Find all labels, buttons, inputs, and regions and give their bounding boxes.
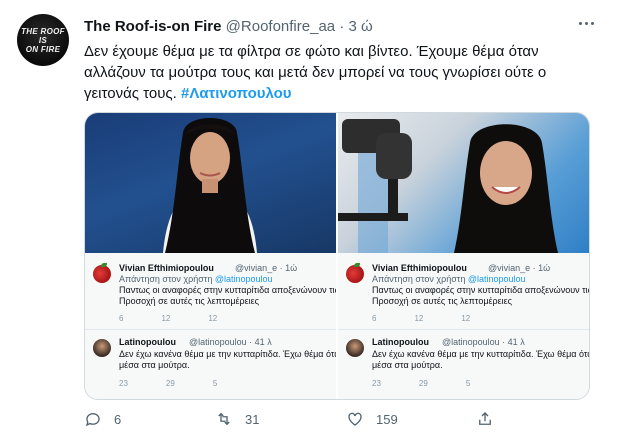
reply-count: 6 (114, 411, 122, 427)
reply-avatar (346, 339, 364, 357)
portrait-photo (85, 113, 336, 253)
reply-count: 6 (372, 314, 377, 323)
avatar-text-line: IS (38, 35, 48, 45)
retweet-count: 12 (414, 314, 424, 323)
radio-studio-photo (338, 113, 589, 253)
reply-line: Προσοχή σε αυτές τις λεπτομέρειες (119, 296, 259, 306)
reply-avatar (93, 265, 111, 283)
reply-handle: @latinopoulou · 41 λ (442, 337, 525, 347)
reply-line: Παντως οι αναφορές στην κυτταρίτιδα αποξ… (119, 285, 336, 295)
reply-to-label: Απάντηση στον χρήστη @latinopoulou (119, 274, 273, 284)
reply-author: Latinopoulou (372, 337, 429, 347)
like-icon (348, 412, 362, 426)
reply-line: Παντως οι αναφορές στην κυτταρίτιδα αποξ… (372, 285, 589, 295)
tweet-body: Δεν έχουμε θέμα με τα φίλτρα σε φώτο και… (84, 43, 547, 102)
reply-author: Latinopoulou (119, 337, 176, 347)
tweet-header: The Roof-is-on Fire @Roofonfire_aa · 3 ώ (84, 18, 373, 35)
reply-author: Vivian Efthimiopoulou (119, 263, 214, 273)
retweet-button[interactable]: 31 (215, 410, 259, 428)
reply-line: Δεν έχω κανένα θέμα με την κυτταρίτιδα. … (372, 349, 589, 359)
reply-counts: 23 29 5 (372, 379, 508, 388)
tweet[interactable]: THE ROOF IS ON FIRE The Roof-is-on Fire … (0, 0, 620, 434)
reply-line: μέσα στα μούτρα. (119, 360, 190, 370)
retweet-count: 29 (418, 379, 428, 388)
retweet-icon (218, 412, 230, 426)
like-count: 159 (376, 411, 398, 427)
reply-to-prefix: Απάντηση στον χρήστη (119, 274, 213, 284)
share-icon (479, 412, 491, 425)
author-avatar[interactable]: THE ROOF IS ON FIRE (17, 14, 69, 66)
reply-icon (85, 413, 100, 427)
reply-to-handle: @latinopoulou (467, 274, 526, 284)
reply-to-prefix: Απάντηση στον χρήστη (372, 274, 466, 284)
reply-to-label: Απάντηση στον χρήστη @latinopoulou (372, 274, 526, 284)
tweet-actions: 6 31 159 (84, 410, 514, 428)
more-icon[interactable] (574, 14, 598, 32)
tweet-text: Δεν έχουμε θέμα με τα φίλτρα σε φώτο και… (84, 41, 594, 104)
like-count: 12 (461, 314, 471, 323)
share-button[interactable] (476, 410, 506, 428)
reply-line: Προσοχή σε αυτές τις λεπτομέρειες (372, 296, 512, 306)
hashtag-link[interactable]: #Λατινοπουλου (181, 85, 292, 102)
media-image-left[interactable]: Vivian Efthimiopoulou @vivian_e · 1ώ Απά… (85, 113, 336, 399)
media-image-right[interactable]: Vivian Efthimiopoulou @vivian_e · 1ώ Απά… (338, 113, 589, 399)
reply-button[interactable]: 6 (84, 410, 121, 428)
like-count: 12 (208, 314, 218, 323)
reply-count: 23 (119, 379, 128, 388)
reply-counts: 6 12 12 (372, 314, 508, 323)
media-grid[interactable]: Vivian Efthimiopoulou @vivian_e · 1ώ Απά… (84, 112, 590, 400)
reply-line: μέσα στα μούτρα. (372, 360, 443, 370)
reply-count: 6 (119, 314, 124, 323)
reply-line: Δεν έχω κανένα θέμα με την κυτταρίτιδα. … (119, 349, 336, 359)
reply-handle: @vivian_e · 1ώ (488, 263, 551, 273)
author-handle[interactable]: @Roofonfire_aa (226, 18, 335, 35)
reply-handle: @vivian_e · 1ώ (235, 263, 298, 273)
reply-counts: 6 12 12 (119, 314, 255, 323)
like-count: 5 (465, 379, 471, 388)
tweet-timestamp[interactable]: 3 ώ (348, 18, 372, 35)
reply-counts: 23 29 5 (119, 379, 255, 388)
retweet-count: 12 (161, 314, 171, 323)
retweet-count: 31 (245, 411, 260, 427)
reply-author: Vivian Efthimiopoulou (372, 263, 467, 273)
reply-count: 23 (372, 379, 381, 388)
reply-handle: @latinopoulou · 41 λ (189, 337, 272, 347)
divider (85, 329, 336, 330)
reply-to-handle: @latinopoulou (214, 274, 273, 284)
author-name[interactable]: The Roof-is-on Fire (84, 18, 222, 35)
divider (338, 329, 589, 330)
avatar-text-line: ON FIRE (25, 44, 61, 54)
like-count: 5 (212, 379, 218, 388)
avatar-text-line: THE ROOF (21, 26, 65, 36)
separator-dot: · (339, 18, 345, 35)
reply-avatar (93, 339, 111, 357)
reply-avatar (346, 265, 364, 283)
like-button[interactable]: 159 (346, 410, 398, 428)
retweet-count: 29 (165, 379, 175, 388)
